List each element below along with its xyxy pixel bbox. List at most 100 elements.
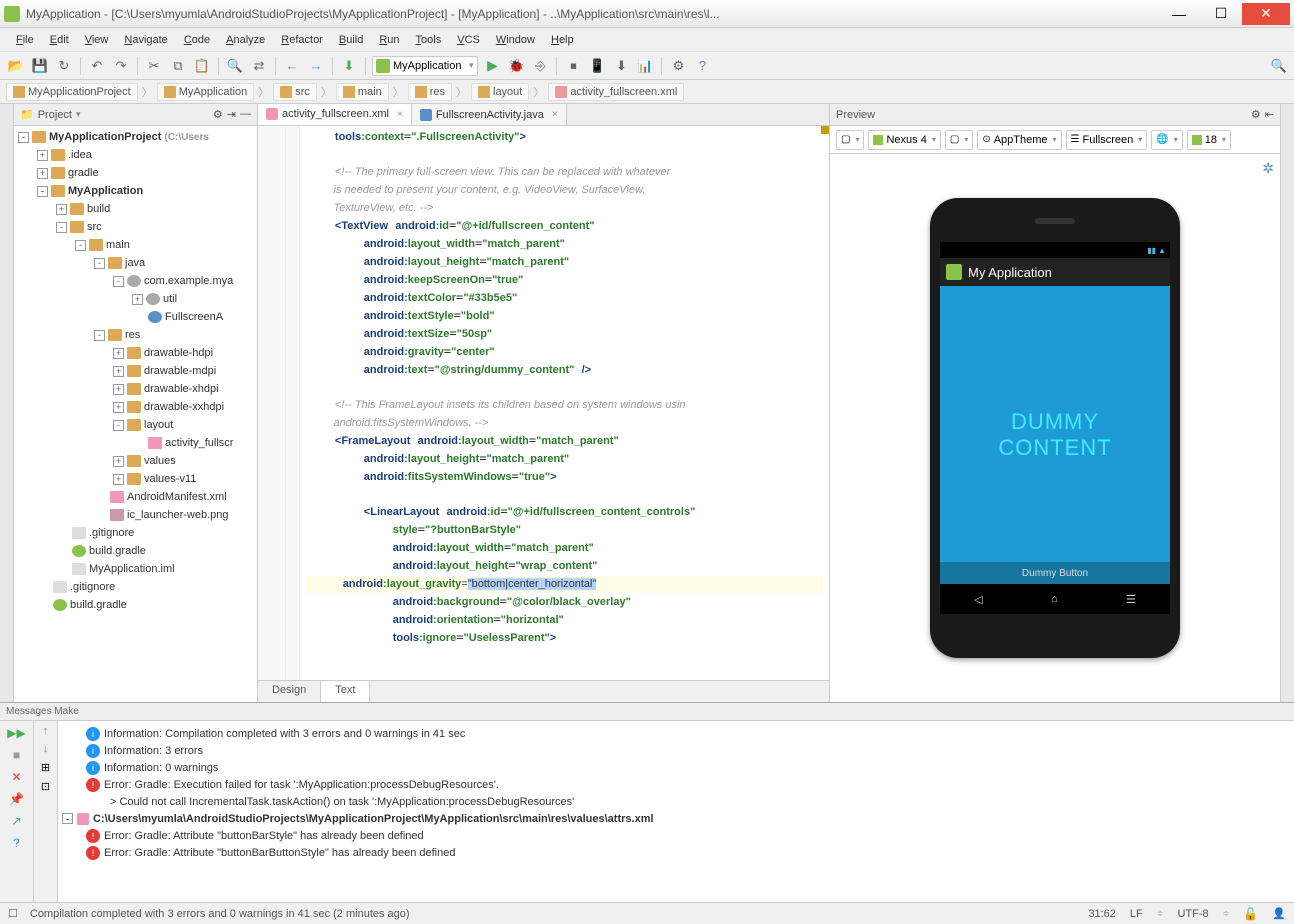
menu-file[interactable]: File xyxy=(8,31,42,49)
find-icon[interactable]: 🔍 xyxy=(225,56,245,76)
menu-analyze[interactable]: Analyze xyxy=(218,31,273,49)
crumb-5[interactable]: layout xyxy=(471,83,529,101)
close-tab-icon[interactable]: × xyxy=(397,109,403,120)
save-icon[interactable]: 💾 xyxy=(30,56,50,76)
tree-node[interactable]: -layout xyxy=(14,416,257,434)
tree-node[interactable]: +drawable-hdpi xyxy=(14,344,257,362)
settings-icon[interactable]: ⚙ xyxy=(668,56,688,76)
message-row[interactable]: !Error: Gradle: Attribute "buttonBarStyl… xyxy=(62,827,1290,844)
run-icon[interactable]: ▶ xyxy=(482,56,502,76)
tree-node[interactable]: +build xyxy=(14,200,257,218)
down-icon[interactable]: ↓ xyxy=(43,743,49,755)
hide-icon[interactable]: — xyxy=(240,108,251,121)
tree-node[interactable]: AndroidManifest.xml xyxy=(14,488,257,506)
hide-icon[interactable]: ⇤ xyxy=(1265,108,1274,121)
lock-icon[interactable]: 🔓 xyxy=(1243,907,1258,921)
messages-tree[interactable]: iInformation: Compilation completed with… xyxy=(58,721,1294,902)
gear-icon[interactable]: ⚙ xyxy=(1251,108,1261,121)
tree-node[interactable]: -src xyxy=(14,218,257,236)
stop-icon[interactable]: ⏹ xyxy=(563,56,583,76)
close-icon[interactable]: ✕ xyxy=(8,769,26,785)
menu-vcs[interactable]: VCS xyxy=(449,31,488,49)
copy-icon[interactable]: ⧉ xyxy=(168,56,188,76)
back-icon[interactable]: ← xyxy=(282,56,302,76)
editor-tab[interactable]: FullscreenActivity.java× xyxy=(412,104,567,125)
attach-icon[interactable]: ⎆ xyxy=(530,56,550,76)
close-button[interactable]: ✕ xyxy=(1242,3,1290,25)
tree-node[interactable]: -MyApplicationProject (C:\Users xyxy=(14,128,257,146)
menu-refactor[interactable]: Refactor xyxy=(273,31,331,49)
orientation-select[interactable]: ▢ xyxy=(836,130,864,150)
message-row[interactable]: > Could not call IncrementalTask.taskAct… xyxy=(62,793,1290,810)
tree-node[interactable]: +drawable-mdpi xyxy=(14,362,257,380)
tree-node[interactable]: -com.example.mya xyxy=(14,272,257,290)
message-row[interactable]: iInformation: Compilation completed with… xyxy=(62,725,1290,742)
debug-icon[interactable]: 🐞 xyxy=(506,56,526,76)
gear-icon[interactable]: ⚙ xyxy=(213,108,223,121)
tab-text[interactable]: Text xyxy=(321,681,370,702)
tree-node[interactable]: .gitignore xyxy=(14,524,257,542)
tree-node[interactable]: -java xyxy=(14,254,257,272)
device-select[interactable]: Nexus 4 xyxy=(868,130,940,150)
code-editor[interactable]: tools:context=".FullscreenActivity"> <!-… xyxy=(300,126,829,680)
right-gutter-tabs[interactable] xyxy=(1280,104,1294,702)
tree-node[interactable]: FullscreenA xyxy=(14,308,257,326)
tree-node[interactable]: build.gradle xyxy=(14,596,257,614)
help-icon[interactable]: ? xyxy=(8,835,26,851)
hector-icon[interactable]: 👤 xyxy=(1272,907,1286,920)
export-icon[interactable]: ↗ xyxy=(8,813,26,829)
editor-tab[interactable]: activity_fullscreen.xml× xyxy=(258,104,412,125)
left-gutter-tabs[interactable] xyxy=(0,104,14,702)
monitor-icon[interactable]: 📊 xyxy=(635,56,655,76)
menu-tools[interactable]: Tools xyxy=(408,31,450,49)
tree-node[interactable]: +drawable-xhdpi xyxy=(14,380,257,398)
tree-node[interactable]: +.idea xyxy=(14,146,257,164)
crumb-2[interactable]: src xyxy=(273,83,317,101)
maximize-button[interactable]: ☐ xyxy=(1200,3,1242,25)
forward-icon[interactable]: → xyxy=(306,56,326,76)
make-icon[interactable]: ⬇ xyxy=(339,56,359,76)
tree-node[interactable]: +util xyxy=(14,290,257,308)
message-row[interactable]: iInformation: 0 warnings xyxy=(62,759,1290,776)
render-settings-icon[interactable]: ✲ xyxy=(1262,160,1274,177)
tree-node[interactable]: MyApplication.iml xyxy=(14,560,257,578)
tree-node[interactable]: +values-v11 xyxy=(14,470,257,488)
menu-edit[interactable]: Edit xyxy=(42,31,77,49)
tree-node[interactable]: -MyApplication xyxy=(14,182,257,200)
search-icon[interactable]: 🔍 xyxy=(1270,57,1288,75)
message-row[interactable]: iInformation: 3 errors xyxy=(62,742,1290,759)
undo-icon[interactable]: ↶ xyxy=(87,56,107,76)
sdk-icon[interactable]: ⬇ xyxy=(611,56,631,76)
menu-navigate[interactable]: Navigate xyxy=(116,31,175,49)
avd-icon[interactable]: 📱 xyxy=(587,56,607,76)
expand-icon[interactable]: ⊡ xyxy=(41,780,50,793)
preview-canvas[interactable]: ✲ ▮▮▲ My Application DUMMY CONTENT Dummy… xyxy=(830,154,1280,702)
crumb-0[interactable]: MyApplicationProject xyxy=(6,83,138,101)
menu-view[interactable]: View xyxy=(77,31,117,49)
pin-icon[interactable]: 📌 xyxy=(8,791,26,807)
help-icon[interactable]: ? xyxy=(692,56,712,76)
cut-icon[interactable]: ✂ xyxy=(144,56,164,76)
tree-node[interactable]: +drawable-xxhdpi xyxy=(14,398,257,416)
encoding[interactable]: UTF-8 xyxy=(1177,908,1208,920)
rerun-icon[interactable]: ▶▶ xyxy=(8,725,26,741)
replace-icon[interactable]: ⇄ xyxy=(249,56,269,76)
layout-select[interactable]: ▢ xyxy=(945,130,973,150)
crumb-4[interactable]: res xyxy=(408,83,452,101)
tree-node[interactable]: -res xyxy=(14,326,257,344)
tree-node[interactable]: -main xyxy=(14,236,257,254)
config-select[interactable]: ☰Fullscreen xyxy=(1066,130,1148,150)
menu-help[interactable]: Help xyxy=(543,31,582,49)
locale-select[interactable]: 🌐 xyxy=(1151,130,1182,150)
tree-node[interactable]: activity_fullscr xyxy=(14,434,257,452)
menu-run[interactable]: Run xyxy=(371,31,407,49)
filter-icon[interactable]: ⊞ xyxy=(41,761,50,774)
menu-code[interactable]: Code xyxy=(176,31,218,49)
close-tab-icon[interactable]: × xyxy=(552,109,558,120)
tree-node[interactable]: +values xyxy=(14,452,257,470)
tree-node[interactable]: ic_launcher-web.png xyxy=(14,506,257,524)
crumb-1[interactable]: MyApplication xyxy=(157,83,254,101)
tab-design[interactable]: Design xyxy=(258,681,321,702)
api-select[interactable]: 18 xyxy=(1187,130,1231,150)
stop-icon[interactable]: ■ xyxy=(8,747,26,763)
